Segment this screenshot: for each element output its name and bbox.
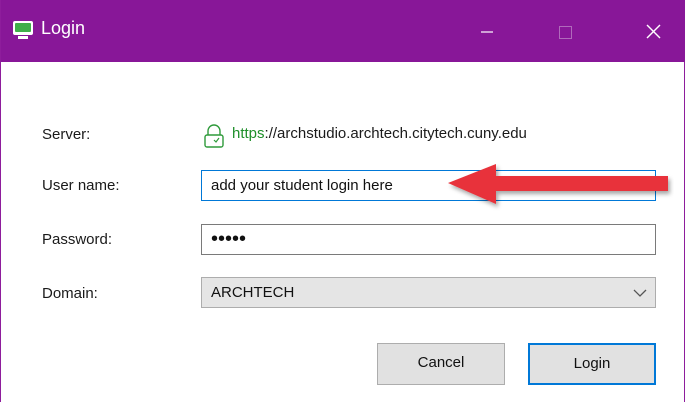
server-label: Server:	[42, 126, 91, 143]
chevron-down-icon	[633, 289, 647, 297]
minimize-icon	[481, 31, 493, 33]
password-label: Password:	[42, 231, 113, 248]
window-title: Login	[41, 18, 86, 38]
maximize-icon	[559, 26, 572, 39]
password-value: •••••	[211, 228, 247, 250]
username-value: add your student login here	[211, 177, 393, 194]
close-button[interactable]	[631, 0, 677, 62]
login-dialog: Login Server: https://archstudio.archtec…	[0, 0, 685, 402]
arrow-annotation	[448, 164, 668, 204]
lock-icon	[204, 124, 224, 148]
username-label: User name:	[42, 177, 120, 194]
login-button[interactable]: Login	[528, 343, 656, 385]
app-icon	[13, 21, 33, 39]
cancel-button[interactable]: Cancel	[377, 343, 505, 385]
domain-select[interactable]: ARCHTECH	[201, 277, 656, 308]
title-bar[interactable]: Login	[1, 0, 685, 62]
server-url: https://archstudio.archtech.citytech.cun…	[232, 125, 527, 142]
server-url-host: ://archstudio.archtech.citytech.cuny.edu	[264, 125, 527, 142]
password-input[interactable]: •••••	[201, 224, 656, 255]
domain-value: ARCHTECH	[211, 284, 295, 301]
maximize-button[interactable]	[542, 0, 588, 62]
server-url-scheme: https	[232, 125, 265, 142]
close-icon	[646, 24, 661, 39]
domain-label: Domain:	[42, 285, 98, 302]
minimize-button[interactable]	[464, 0, 510, 62]
